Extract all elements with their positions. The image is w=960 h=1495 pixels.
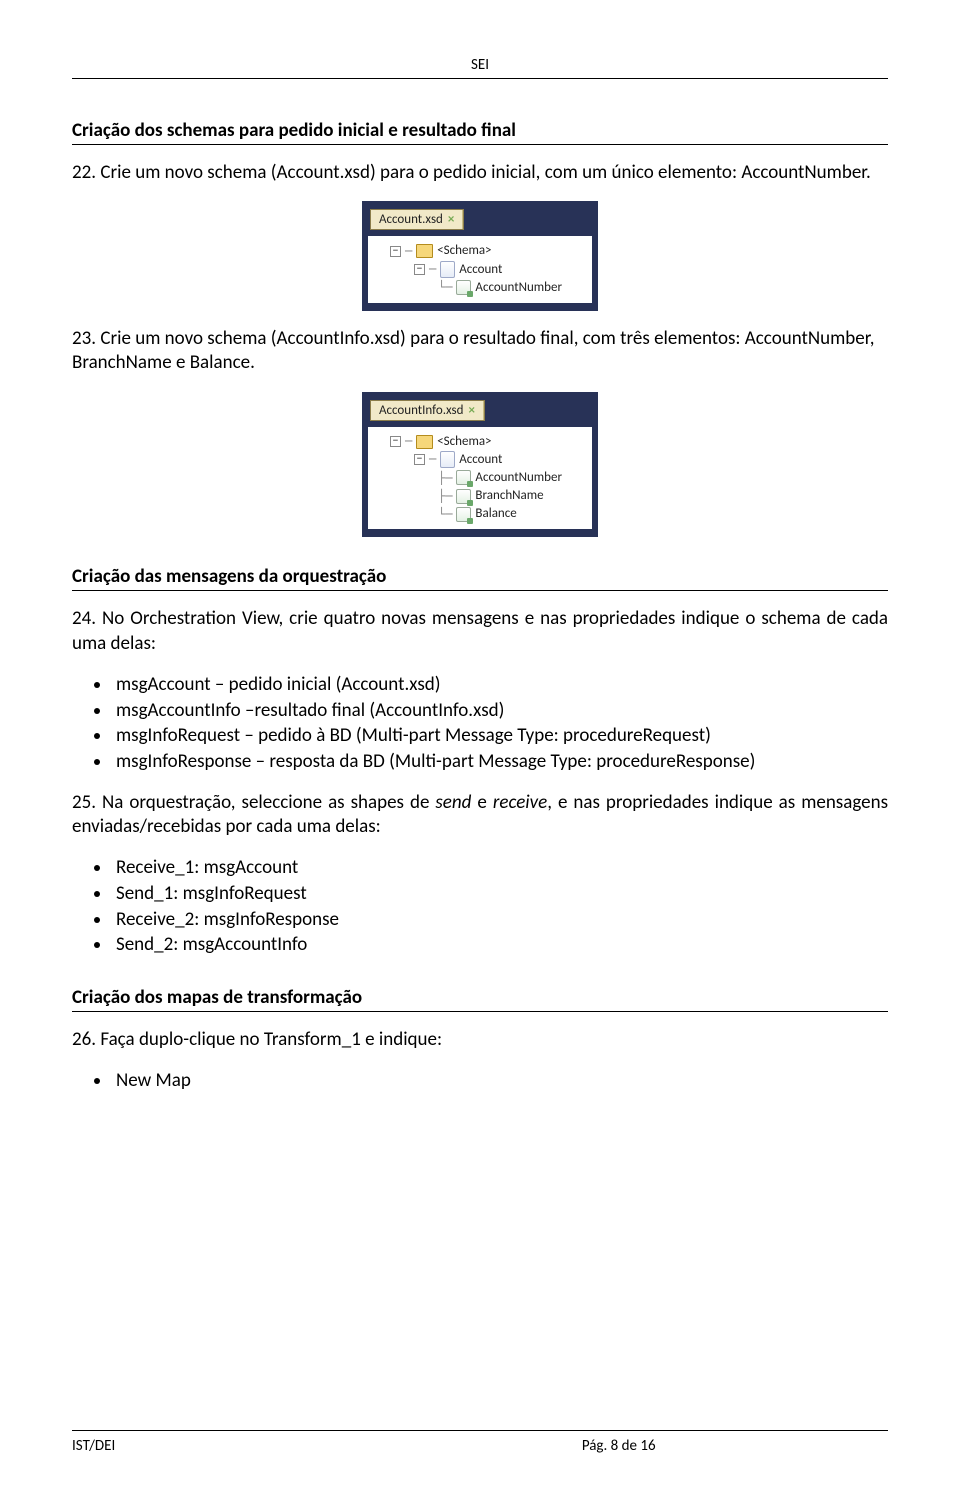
collapse-icon: − <box>414 454 425 465</box>
step-26-bullets: New Map <box>112 1068 888 1094</box>
text: 25. Na orquestração, seleccione as shape… <box>72 791 435 814</box>
list-item: msgInfoResponse – resposta da BD (Multi-… <box>112 749 888 775</box>
list-item: Receive_1: msgAccount <box>112 855 888 881</box>
screenshot-account-xsd: Account.xsd × −─<Schema> −─Account └─Acc… <box>72 201 888 311</box>
tab-label: AccountInfo.xsd <box>379 403 464 418</box>
section-title-mensagens: Criação das mensagens da orquestração <box>72 565 888 588</box>
list-item: msgInfoRequest – pedido à BD (Multi-part… <box>112 723 888 749</box>
section-title-mapas: Criação dos mapas de transformação <box>72 986 888 1009</box>
field-icon <box>456 507 471 522</box>
step-26-lead: 26. Faça duplo-clique no Transform_1 e i… <box>72 1028 888 1052</box>
tree-node: <Schema> <box>437 242 491 260</box>
step-24-bullets: msgAccount – pedido inicial (Account.xsd… <box>112 672 888 775</box>
text-italic-receive: receive <box>493 791 547 814</box>
folder-icon <box>416 244 433 258</box>
header-rule <box>72 78 888 79</box>
text: e <box>471 791 492 814</box>
tree-node: Balance <box>475 505 516 523</box>
step-22: 22. Crie um novo schema (Account.xsd) pa… <box>72 161 888 185</box>
tree-node: AccountNumber <box>475 469 562 487</box>
folder-icon <box>416 435 433 449</box>
close-icon: × <box>448 212 454 227</box>
tree-node: Account <box>459 451 502 469</box>
tree-node: Account <box>459 261 502 279</box>
text-italic-send: send <box>435 791 471 814</box>
element-icon <box>440 451 455 468</box>
list-item: Send_1: msgInfoRequest <box>112 881 888 907</box>
list-item: New Map <box>112 1068 888 1094</box>
tree-node: <Schema> <box>437 433 491 451</box>
step-24-lead: 24. No Orchestration View, crie quatro n… <box>72 607 888 656</box>
section-rule-3 <box>72 1011 888 1012</box>
field-icon <box>456 280 471 295</box>
tree-node: AccountNumber <box>475 279 562 297</box>
list-item: msgAccount – pedido inicial (Account.xsd… <box>112 672 888 698</box>
section-rule-1 <box>72 144 888 145</box>
step-25-bullets: Receive_1: msgAccount Send_1: msgInfoReq… <box>112 855 888 958</box>
element-icon <box>440 261 455 278</box>
footer-rule <box>72 1430 888 1431</box>
footer-page: Pág. 8 de 16 <box>349 1437 888 1455</box>
step-23: 23. Crie um novo schema (AccountInfo.xsd… <box>72 327 888 376</box>
collapse-icon: − <box>390 246 401 257</box>
close-icon: × <box>468 403 474 418</box>
collapse-icon: − <box>390 436 401 447</box>
tree-node: BranchName <box>475 487 543 505</box>
step-25-lead: 25. Na orquestração, seleccione as shape… <box>72 791 888 840</box>
screenshot-accountinfo-xsd: AccountInfo.xsd × −─<Schema> −─Account ├… <box>72 392 888 538</box>
list-item: Receive_2: msgInfoResponse <box>112 907 888 933</box>
running-header: SEI <box>72 56 888 74</box>
list-item: msgAccountInfo –resultado final (Account… <box>112 698 888 724</box>
list-item: Send_2: msgAccountInfo <box>112 932 888 958</box>
collapse-icon: − <box>414 264 425 275</box>
footer-left: IST/DEI <box>72 1437 349 1455</box>
section-title-schemas: Criação dos schemas para pedido inicial … <box>72 119 888 142</box>
field-icon <box>456 470 471 485</box>
section-rule-2 <box>72 590 888 591</box>
tab-label: Account.xsd <box>379 212 443 227</box>
field-icon <box>456 489 471 504</box>
